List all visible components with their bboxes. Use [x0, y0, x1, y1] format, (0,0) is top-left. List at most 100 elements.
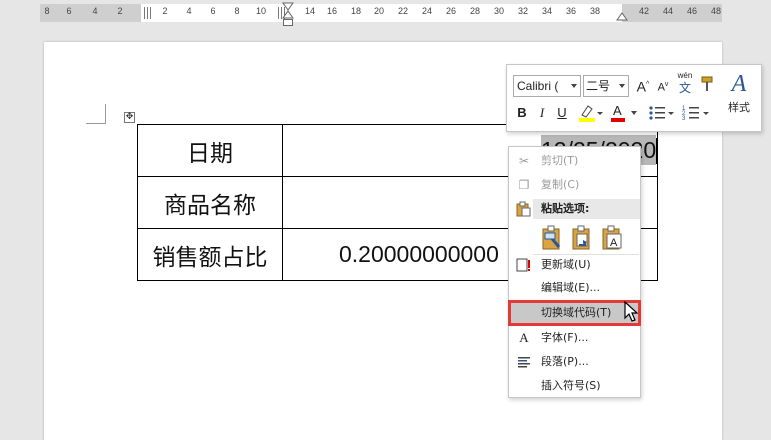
ruler-tick: 26 [445, 6, 457, 16]
ruler-tick: 8 [234, 6, 240, 16]
numbering-button[interactable]: 1 2 3 [681, 103, 711, 123]
styles-button[interactable]: A 样式 [719, 69, 759, 129]
menu-item-cut[interactable]: ✂ 剪切(T) [510, 150, 639, 172]
font-color-swatch [611, 118, 625, 122]
ruler-tick: 34 [541, 6, 553, 16]
chevron-down-icon [619, 84, 625, 88]
menu-item-paragraph[interactable]: 段落(P)... [510, 351, 639, 373]
ruler-tick: 4 [186, 6, 192, 16]
table-cell-label[interactable]: 销售额占比 [137, 228, 283, 281]
font-size-dropdown[interactable]: 二号 [583, 75, 629, 97]
phonetic-guide-button[interactable]: wén 文 [675, 71, 695, 95]
shrink-font-button[interactable]: Av [655, 75, 671, 95]
ruler-tick: 18 [350, 6, 362, 16]
menu-item-edit-field[interactable]: 编辑域(E)... [510, 277, 639, 299]
menu-item-label: 切换域代码(T) [541, 306, 612, 319]
cell-text: 销售额占比 [152, 244, 268, 271]
font-name-dropdown[interactable]: Calibri ( [513, 75, 581, 97]
menu-item-font[interactable]: A 字体(F)... [510, 327, 639, 349]
svg-text:A: A [610, 237, 618, 249]
ruler-tick: 20 [373, 6, 385, 16]
font-color-button[interactable]: A [609, 103, 639, 123]
left-indent-marker-icon[interactable] [282, 2, 294, 28]
ruler-tick: 36 [565, 6, 577, 16]
paste-merge-formatting-icon[interactable] [571, 225, 593, 251]
underline-icon: U [557, 105, 567, 120]
scissors-icon: ✂ [518, 154, 530, 168]
menu-item-insert-symbol[interactable]: 插入符号(S) [510, 375, 639, 397]
grow-font-button[interactable]: A^ [635, 75, 651, 95]
ruler-tick: 6 [210, 6, 216, 16]
ruler-tick: 2 [162, 6, 168, 16]
table-cell-label[interactable]: 日期 [137, 124, 283, 177]
grow-font-icon: A [636, 78, 647, 95]
styles-icon: A [731, 71, 747, 97]
paste-options-header: 粘贴选项: [533, 199, 640, 219]
underline-button[interactable]: U [555, 103, 569, 123]
margin-corner-mark [86, 104, 106, 124]
cell-text: 0.20000000000 [339, 241, 499, 267]
bold-button[interactable]: B [515, 103, 529, 123]
ruler-tick: 30 [493, 6, 505, 16]
bullet-list-icon [649, 106, 674, 120]
ruler-tick: 42 [638, 6, 650, 16]
cell-text: 商品名称 [164, 192, 256, 219]
italic-icon: I [539, 105, 545, 120]
bullets-button[interactable] [647, 103, 675, 123]
shrink-font-icon: A [657, 81, 665, 94]
italic-button[interactable]: I [535, 103, 549, 123]
paragraph-icon [516, 354, 532, 370]
ruler-tick: 10 [255, 6, 267, 16]
paste-text-only-icon[interactable]: A [601, 225, 623, 251]
chevron-down-icon [631, 111, 637, 115]
font-name-value: Calibri ( [517, 79, 559, 93]
menu-item-label: 复制(C) [541, 178, 580, 191]
numbered-list-icon: 1 2 3 [682, 106, 709, 122]
ruler-tick: 22 [397, 6, 409, 16]
ruler-column-marker[interactable] [144, 7, 152, 19]
menu-item-label: 段落(P)... [541, 355, 589, 368]
ruler-tick: 24 [421, 6, 433, 16]
ruler-tick: 16 [326, 6, 338, 16]
text-caret [656, 138, 657, 165]
clipboard-icon [515, 201, 531, 217]
font-icon: A [519, 330, 529, 345]
ruler-tick: 6 [66, 6, 72, 16]
ruler-tick: 8 [44, 6, 50, 16]
format-painter-icon [701, 76, 713, 91]
menu-item-label: 插入符号(S) [541, 379, 601, 392]
mini-toolbar: Calibri ( 二号 A^ Av wén 文 B I U A 1 2 3 A… [506, 64, 762, 132]
menu-item-label: 剪切(T) [541, 154, 579, 167]
ruler-left-margin [40, 4, 141, 22]
ruler-tick: 28 [469, 6, 481, 16]
ruler-tick: 44 [662, 6, 674, 16]
paste-options-row: A [539, 223, 639, 253]
highlighter-icon [579, 105, 603, 122]
highlight-color-button[interactable] [577, 103, 603, 123]
menu-item-toggle-field-codes[interactable]: 切换域代码(T) [508, 300, 641, 326]
copy-icon: ❐ [518, 178, 530, 192]
ruler-tick: 2 [117, 6, 123, 16]
paste-keep-formatting-icon[interactable] [541, 225, 563, 251]
ruler-tick: 4 [92, 6, 98, 16]
ruler-tick: 14 [304, 6, 316, 16]
phonetic-icon: wén [677, 71, 693, 80]
chevron-down-icon [571, 84, 577, 88]
cell-text: 日期 [187, 140, 233, 167]
table-cell-label[interactable]: 商品名称 [137, 176, 283, 229]
ruler-tick: 46 [686, 6, 698, 16]
ruler-tick: 38 [589, 6, 601, 16]
menu-item-label: 更新域(U) [541, 258, 591, 271]
font-size-value: 二号 [586, 79, 611, 93]
ruler-tick: 48 [710, 6, 722, 16]
context-menu: ✂ 剪切(T) ❐ 复制(C) 粘贴选项: A 更新域(U) 编辑域(E)...… [508, 146, 641, 398]
table-move-handle-icon[interactable]: ✥ [124, 112, 135, 123]
ruler-tick: 32 [517, 6, 529, 16]
format-painter-button[interactable] [699, 75, 715, 95]
menu-item-update-field[interactable]: 更新域(U) [510, 254, 639, 276]
update-field-icon [516, 257, 532, 273]
menu-item-label: 编辑域(E)... [541, 281, 601, 294]
svg-text:3: 3 [682, 116, 686, 122]
menu-item-copy[interactable]: ❐ 复制(C) [510, 174, 639, 196]
right-indent-marker-icon[interactable] [616, 8, 628, 22]
